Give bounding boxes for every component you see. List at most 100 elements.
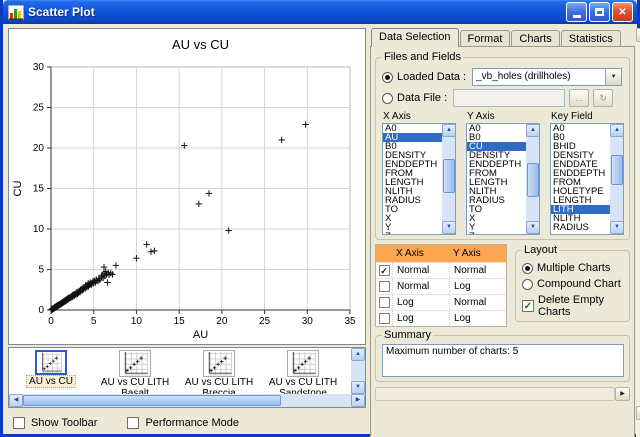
summary-legend: Summary — [382, 329, 433, 341]
axis-combo-checkbox[interactable] — [379, 281, 390, 292]
minimize-button[interactable] — [566, 2, 587, 22]
x-scale-cell[interactable]: Log — [392, 311, 449, 326]
x-scale-cell[interactable]: Normal — [392, 263, 449, 278]
tab-charts[interactable]: Charts — [511, 30, 559, 47]
key-list-scrollbar[interactable]: ▲ ▼ — [610, 124, 623, 234]
refresh-icon[interactable]: ↻ — [593, 89, 613, 107]
chevron-down-icon[interactable]: ▼ — [605, 69, 621, 85]
list-item[interactable]: X — [383, 214, 442, 223]
delete-empty-charts-checkbox[interactable] — [522, 300, 534, 312]
scroll-down-icon[interactable]: ▼ — [351, 381, 365, 394]
svg-text:20: 20 — [216, 316, 228, 327]
chart-thumbnail[interactable]: AU vs CU — [13, 350, 89, 394]
scroll-down-icon[interactable]: ▼ — [636, 406, 640, 420]
y-axis-listbox[interactable]: A0B0CUDENSITYENDDEPTHFROMLENGTHNLITHRADI… — [466, 123, 540, 235]
multiple-charts-label: Multiple Charts — [537, 262, 610, 274]
list-item[interactable]: Z — [467, 232, 526, 234]
list-item[interactable]: RADIUS — [551, 223, 610, 232]
panel-vertical-scrollbar[interactable]: ▲ ▼ — [636, 28, 640, 437]
mini-scatter-icon — [287, 350, 319, 377]
axis-scale-table: X Axis Y Axis NormalNormalNormalLogLogNo… — [375, 244, 507, 327]
data-file-radio[interactable] — [382, 93, 393, 104]
scroll-down-icon[interactable]: ▼ — [610, 221, 624, 234]
scroll-right-icon[interactable]: ▶ — [351, 394, 365, 407]
titlebar[interactable]: Scatter Plot ✕ — [3, 0, 637, 24]
multiple-charts-radio[interactable] — [522, 263, 533, 274]
y-list-scrollbar[interactable]: ▲ ▼ — [526, 124, 539, 234]
browse-button[interactable]: ... — [569, 89, 589, 107]
chart-thumbnail[interactable]: AU vs CU LITH Breccia — [181, 350, 257, 394]
list-item[interactable]: Y — [467, 223, 526, 232]
panel-horizontal-scrollbar[interactable]: ▶ — [375, 387, 630, 401]
svg-text:AU: AU — [193, 329, 208, 341]
scrollbar-thumb[interactable] — [23, 395, 281, 406]
axis-table-header-x: X Axis — [392, 248, 449, 259]
axis-combo-checkbox[interactable] — [379, 313, 390, 324]
thumbnails-horizontal-scrollbar[interactable]: ◀ ▶ — [9, 394, 365, 407]
y-scale-cell[interactable]: Normal — [449, 295, 506, 310]
y-scale-cell[interactable]: Log — [449, 311, 506, 326]
mini-scatter-icon — [35, 350, 67, 375]
list-item[interactable]: TO — [467, 205, 526, 214]
compound-chart-radio[interactable] — [522, 279, 533, 290]
tab-statistics[interactable]: Statistics — [561, 30, 621, 47]
scroll-down-icon[interactable]: ▼ — [442, 221, 456, 234]
scrollbar-thumb[interactable] — [375, 387, 615, 401]
maximize-button[interactable] — [589, 2, 610, 22]
data-file-label: Data File : — [397, 92, 447, 104]
x-scale-cell[interactable]: Log — [392, 295, 449, 310]
settings-panel: Data SelectionFormatChartsStatistics Fil… — [370, 28, 640, 437]
loaded-data-radio[interactable] — [382, 72, 393, 83]
x-scale-cell[interactable]: Normal — [392, 279, 449, 294]
list-item[interactable]: TO — [383, 205, 442, 214]
thumbnail-label: AU vs CU LITH — [99, 377, 171, 388]
axis-combo-checkbox[interactable] — [379, 297, 390, 308]
layout-group: Layout Multiple Charts Compound Chart — [515, 244, 630, 322]
layout-legend: Layout — [522, 244, 559, 256]
close-button[interactable]: ✕ — [612, 2, 633, 22]
list-item[interactable]: X — [467, 214, 526, 223]
svg-text:10: 10 — [131, 316, 143, 327]
scroll-up-icon[interactable]: ▲ — [351, 348, 365, 361]
svg-text:20: 20 — [33, 143, 45, 154]
thumbnail-label: AU vs CU LITH — [267, 377, 339, 388]
thumbnails-strip: AU vs CU AU vs CU LITH Basalt AU vs CU L… — [9, 348, 351, 394]
list-item[interactable]: Z — [383, 232, 442, 234]
thumbnail-label: AU vs CU LITH — [183, 377, 255, 388]
mini-scatter-icon — [119, 350, 151, 377]
chart-thumbnail[interactable]: AU vs CU LITH Basalt — [97, 350, 173, 394]
axis-table-header-y: Y Axis — [449, 248, 506, 259]
mini-scatter-icon — [203, 350, 235, 377]
files-and-fields-legend: Files and Fields — [382, 51, 463, 63]
x-axis-listbox[interactable]: A0AUB0DENSITYENDDEPTHFROMLENGTHNLITHRADI… — [382, 123, 456, 235]
scroll-right-icon[interactable]: ▶ — [615, 387, 630, 401]
performance-mode-checkbox[interactable] — [127, 417, 139, 429]
show-toolbar-label: Show Toolbar — [31, 417, 97, 429]
table-row: LogLog — [376, 310, 506, 326]
chart-preview-area: AU vs CU05101520253035051015202530AUCU A… — [8, 28, 366, 437]
scroll-down-icon[interactable]: ▼ — [526, 221, 540, 234]
scroll-left-icon[interactable]: ◀ — [9, 394, 23, 407]
show-toolbar-checkbox[interactable] — [13, 417, 25, 429]
scatter-plot-dialog: Scatter Plot ✕ AU vs CU05101520253035051… — [0, 0, 640, 437]
loaded-data-label: Loaded Data : — [397, 71, 466, 83]
y-scale-cell[interactable]: Log — [449, 279, 506, 294]
scroll-up-icon[interactable]: ▲ — [526, 124, 540, 137]
window-title: Scatter Plot — [28, 5, 564, 19]
data-file-input[interactable] — [453, 89, 565, 107]
scroll-up-icon[interactable]: ▲ — [442, 124, 456, 137]
y-scale-cell[interactable]: Normal — [449, 263, 506, 278]
thumbnails-vertical-scrollbar[interactable]: ▲ ▼ — [351, 348, 365, 394]
y-axis-label: Y Axis — [467, 111, 540, 122]
list-item[interactable]: Y — [383, 223, 442, 232]
x-list-scrollbar[interactable]: ▲ ▼ — [442, 124, 455, 234]
tab-data-selection[interactable]: Data Selection — [371, 28, 459, 47]
key-field-listbox[interactable]: A0B0BHIDDENSITYENDDATEENDDEPTHFROMHOLETY… — [550, 123, 624, 235]
chart-thumbnail[interactable]: AU vs CU LITH Sandstone — [265, 350, 341, 394]
scroll-up-icon[interactable]: ▲ — [636, 28, 640, 42]
loaded-data-select[interactable]: _vb_holes (drillholes) ▼ — [472, 68, 622, 86]
summary-text: Maximum number of charts: 5 — [382, 344, 624, 377]
axis-combo-checkbox[interactable] — [379, 265, 390, 276]
scroll-up-icon[interactable]: ▲ — [610, 124, 624, 137]
tab-format[interactable]: Format — [460, 30, 511, 47]
